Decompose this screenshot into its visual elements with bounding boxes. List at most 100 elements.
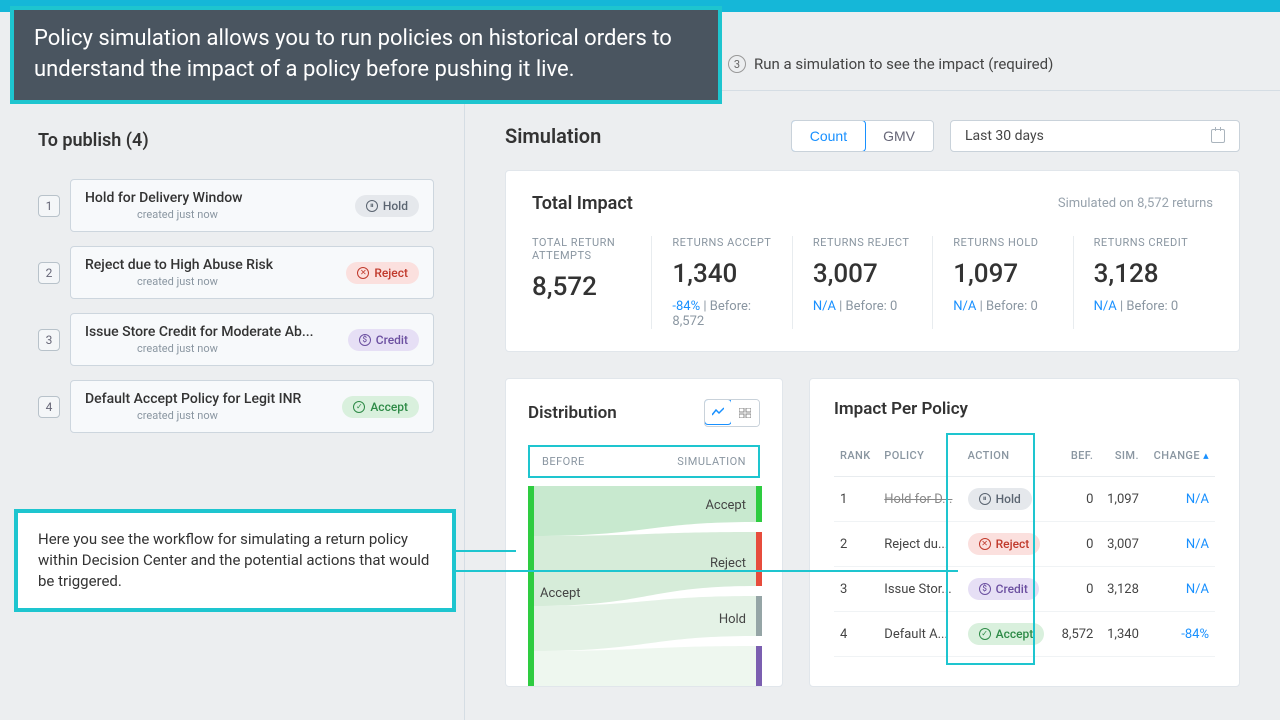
cell-rank: 2 <box>834 522 878 567</box>
sankey-right-hold-label: Hold <box>719 612 746 627</box>
policy-card[interactable]: Issue Store Credit for Moderate Ab... cr… <box>70 313 434 366</box>
policy-order-badge: 3 <box>38 329 60 351</box>
metric-label: TOTAL RETURN ATTEMPTS <box>532 236 635 262</box>
connector-line-1 <box>456 550 516 552</box>
reject-icon: ✕ <box>979 538 991 550</box>
metric-value: 3,128 <box>1094 259 1197 289</box>
policy-row[interactable]: 2 Reject due to High Abuse Risk created … <box>38 246 434 299</box>
sankey-right-reject-label: Reject <box>710 556 746 571</box>
sankey-right-accept-label: Accept <box>705 498 746 513</box>
col-change[interactable]: CHANGE ▴ <box>1145 441 1215 477</box>
total-impact-subtitle: Simulated on 8,572 returns <box>1058 196 1213 211</box>
metric-label: RETURNS REJECT <box>813 236 916 249</box>
metric-returns-credit: RETURNS CREDIT 3,128 N/A | Before: 0 <box>1073 236 1213 329</box>
sankey-before-label: BEFORE <box>542 455 585 468</box>
simulation-title: Simulation <box>505 124 601 148</box>
policy-meta: created just now <box>85 342 314 355</box>
calendar-icon <box>1211 129 1225 143</box>
cell-before: 8,572 <box>1054 612 1100 657</box>
metric-footer: N/A | Before: 0 <box>953 299 1056 314</box>
action-pill-credit: $Credit <box>348 329 419 351</box>
action-pill-accept: ✓Accept <box>342 396 419 418</box>
cell-before: 0 <box>1054 477 1100 522</box>
cell-rank: 3 <box>834 567 878 612</box>
table-row[interactable]: 2 Reject du... ✕Reject 0 3,007 N/A <box>834 522 1215 567</box>
accept-icon: ✓ <box>979 628 991 640</box>
cell-change: N/A <box>1145 567 1215 612</box>
cell-sim: 3,128 <box>1099 567 1145 612</box>
policy-row[interactable]: 4 Default Accept Policy for Legit INR cr… <box>38 380 434 433</box>
segment-gmv-button[interactable]: GMV <box>865 121 933 151</box>
metric-value: 1,097 <box>953 259 1056 289</box>
cell-before: 0 <box>1054 522 1100 567</box>
cell-change: -84% <box>1145 612 1215 657</box>
policy-order-badge: 2 <box>38 262 60 284</box>
policy-order-badge: 4 <box>38 396 60 418</box>
col-action[interactable]: ACTION <box>962 441 1054 477</box>
sankey-column-headers: BEFORE SIMULATION <box>528 445 760 478</box>
cell-policy: Reject du... <box>878 522 961 567</box>
policy-meta: created just now <box>85 275 273 288</box>
callout-workflow-description: Here you see the workflow for simulating… <box>14 509 456 612</box>
grid-icon <box>739 408 751 418</box>
policy-meta: created just now <box>85 409 301 422</box>
chart-view-button[interactable] <box>704 399 732 425</box>
to-publish-title: To publish (4) <box>38 130 434 151</box>
col-rank[interactable]: RANK <box>834 441 878 477</box>
policy-row[interactable]: 1 Hold for Delivery Window created just … <box>38 179 434 232</box>
metric-footer: N/A | Before: 0 <box>813 299 916 314</box>
cell-rank: 1 <box>834 477 878 522</box>
wizard-step-text: Run a simulation to see the impact (requ… <box>754 55 1053 73</box>
cell-policy: Default A... <box>878 612 961 657</box>
sankey-chart: Accept Accept Reject Hold <box>528 486 760 686</box>
step-number-badge: 3 <box>728 55 746 73</box>
action-pill-reject: ✕Reject <box>968 533 1041 555</box>
cell-policy: Hold for D... <box>878 477 961 522</box>
left-panel-to-publish: To publish (4) 1 Hold for Delivery Windo… <box>0 100 465 720</box>
policy-row[interactable]: 3 Issue Store Credit for Moderate Ab... … <box>38 313 434 366</box>
tooltip-top-overview: Policy simulation allows you to run poli… <box>10 6 722 104</box>
metric-footer: -84% | Before: 8,572 <box>672 299 775 329</box>
date-range-label: Last 30 days <box>965 128 1044 144</box>
distribution-title: Distribution <box>528 403 617 423</box>
policy-title: Default Accept Policy for Legit INR <box>85 391 301 407</box>
action-pill-credit: $Credit <box>968 578 1039 600</box>
distribution-card: Distribution BEFORE SIMULATION <box>505 378 783 687</box>
date-range-selector[interactable]: Last 30 days <box>950 120 1240 152</box>
segment-count-button[interactable]: Count <box>791 120 866 152</box>
policy-order-badge: 1 <box>38 195 60 217</box>
cell-action: ⏸Hold <box>962 477 1054 522</box>
sankey-left-accept-label: Accept <box>540 586 581 601</box>
col-sim[interactable]: SIM. <box>1099 441 1145 477</box>
cell-sim: 1,097 <box>1099 477 1145 522</box>
table-row[interactable]: 4 Default A... ✓Accept 8,572 1,340 -84% <box>834 612 1215 657</box>
action-pill-reject: ✕Reject <box>346 262 419 284</box>
cell-change: N/A <box>1145 477 1215 522</box>
simulation-header-row: Simulation Count GMV Last 30 days <box>485 110 1260 170</box>
col-policy[interactable]: POLICY <box>878 441 961 477</box>
table-row[interactable]: 1 Hold for D... ⏸Hold 0 1,097 N/A <box>834 477 1215 522</box>
cell-sim: 1,340 <box>1099 612 1145 657</box>
metric-value: 1,340 <box>672 259 775 289</box>
metric-label: RETURNS ACCEPT <box>672 236 775 249</box>
policy-card[interactable]: Reject due to High Abuse Risk created ju… <box>70 246 434 299</box>
total-impact-title: Total Impact <box>532 193 633 214</box>
impact-table: RANK POLICY ACTION BEF. SIM. CHANGE ▴ 1 … <box>834 441 1215 657</box>
simulation-controls: Count GMV Last 30 days <box>791 120 1240 152</box>
cell-action: ✓Accept <box>962 612 1054 657</box>
metric-returns-accept: RETURNS ACCEPT 1,340 -84% | Before: 8,57… <box>651 236 791 329</box>
distribution-view-toggle <box>704 399 760 427</box>
total-impact-card: Total Impact Simulated on 8,572 returns … <box>505 170 1240 352</box>
count-gmv-segmented: Count GMV <box>791 120 934 152</box>
cell-sim: 3,007 <box>1099 522 1145 567</box>
cell-action: ✕Reject <box>962 522 1054 567</box>
policy-card[interactable]: Default Accept Policy for Legit INR crea… <box>70 380 434 433</box>
metric-value: 3,007 <box>813 259 916 289</box>
policy-card[interactable]: Hold for Delivery Window created just no… <box>70 179 434 232</box>
table-row[interactable]: 3 Issue Stor... $Credit 0 3,128 N/A <box>834 567 1215 612</box>
col-before[interactable]: BEF. <box>1054 441 1100 477</box>
right-panel-simulation: Simulation Count GMV Last 30 days Total … <box>485 110 1260 720</box>
hold-icon: ⏸ <box>979 493 991 505</box>
table-view-button[interactable] <box>731 400 759 426</box>
cell-policy: Issue Stor... <box>878 567 961 612</box>
